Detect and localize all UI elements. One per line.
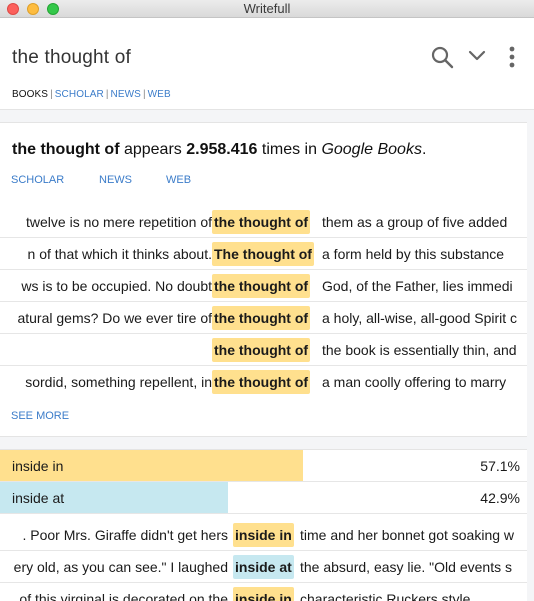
tab-web[interactable]: WEB bbox=[148, 89, 171, 100]
variant-row[interactable]: inside in 57.1% bbox=[0, 450, 527, 482]
frequency-card: the thought of appears 2.958.416 times i… bbox=[0, 122, 534, 437]
tab-books[interactable]: BOOKS bbox=[12, 89, 48, 100]
example-left-context: . Poor Mrs. Giraffe didn't get hers bbox=[22, 527, 228, 543]
news-link[interactable]: NEWS bbox=[99, 174, 132, 186]
example-right-context: God, of the Father, lies immedi bbox=[322, 278, 513, 294]
search-icon[interactable] bbox=[430, 45, 454, 69]
example-match: the thought of bbox=[212, 274, 311, 298]
example-right-context: the book is essentially thin, and bbox=[322, 342, 517, 358]
example-match: the thought of bbox=[212, 210, 311, 234]
example-left-context: twelve is no mere repetition of bbox=[26, 214, 212, 230]
section-gap bbox=[0, 110, 534, 122]
variant-example-row: ery old, as you can see." I laughed insi… bbox=[0, 551, 527, 583]
more-options-icon[interactable] bbox=[507, 45, 517, 69]
web-link[interactable]: WEB bbox=[166, 174, 191, 186]
example-row: atural gems? Do we ever tire of the thou… bbox=[0, 302, 527, 334]
section-gap bbox=[0, 437, 534, 449]
tab-news[interactable]: NEWS bbox=[111, 89, 141, 100]
example-row: sordid, something repellent, in the thou… bbox=[0, 366, 527, 398]
variants-card: inside in 57.1% inside at 42.9% . Poor M… bbox=[0, 449, 534, 601]
variant-example-row: . Poor Mrs. Giraffe didn't get hers insi… bbox=[0, 519, 527, 551]
example-match: the thought of bbox=[212, 370, 311, 394]
example-left-context: ery old, as you can see." I laughed bbox=[13, 559, 228, 575]
window-title: Writefull bbox=[243, 1, 291, 16]
example-match: The thought of bbox=[212, 242, 314, 266]
scrollbar-track[interactable] bbox=[527, 122, 534, 601]
example-left-context: atural gems? Do we ever tire of bbox=[17, 310, 212, 326]
variant-label: inside in bbox=[12, 458, 64, 474]
example-row: twelve is no mere repetition of the thou… bbox=[0, 206, 527, 238]
see-more-link[interactable]: SEE MORE bbox=[11, 410, 69, 422]
example-right-context: a holy, all-wise, all-good Spirit c bbox=[322, 310, 518, 326]
title-bar: Writefull bbox=[0, 0, 534, 18]
example-match: the thought of bbox=[212, 338, 311, 362]
tab-scholar[interactable]: SCHOLAR bbox=[55, 89, 104, 100]
example-match: the thought of bbox=[212, 306, 311, 330]
summary-count: 2.958.416 bbox=[186, 141, 258, 158]
variant-percent: 57.1% bbox=[480, 458, 520, 474]
summary-phrase: the thought of bbox=[12, 141, 120, 158]
example-row: n of that which it thinks about. The tho… bbox=[0, 238, 527, 270]
example-match: inside in bbox=[233, 523, 294, 547]
search-input[interactable]: the thought of bbox=[12, 47, 131, 69]
frequency-summary: the thought of appears 2.958.416 times i… bbox=[12, 141, 427, 158]
example-row: the thought of the book is essentially t… bbox=[0, 334, 527, 366]
example-right-context: characteristic Ruckers style bbox=[300, 591, 471, 601]
example-left-context: of this virginal is decorated on the bbox=[19, 591, 228, 601]
example-left-context: ws is to be occupied. No doubt bbox=[21, 278, 212, 294]
variant-percent: 42.9% bbox=[480, 490, 520, 506]
example-right-context: the absurd, easy lie. "Old events s bbox=[300, 559, 512, 575]
example-left-context: sordid, something repellent, in bbox=[25, 374, 212, 390]
variant-example-row: of this virginal is decorated on the ins… bbox=[0, 583, 527, 601]
example-row: ws is to be occupied. No doubt the thoug… bbox=[0, 270, 527, 302]
example-right-context: a man coolly offering to marry bbox=[322, 374, 507, 390]
summary-source: Google Books bbox=[321, 141, 422, 158]
search-header: the thought of BOOKS | SCHOLAR | NEWS | WEB bbox=[0, 19, 534, 110]
example-right-context: time and her bonnet got soaking w bbox=[300, 527, 515, 543]
variant-label: inside at bbox=[12, 490, 65, 506]
source-tabs: BOOKS | SCHOLAR | NEWS | WEB bbox=[12, 89, 171, 100]
example-right-context: a form held by this substance bbox=[322, 246, 505, 262]
scholar-link[interactable]: SCHOLAR bbox=[11, 174, 64, 186]
chevron-down-icon[interactable] bbox=[468, 49, 486, 63]
variant-row[interactable]: inside at 42.9% bbox=[0, 482, 527, 514]
example-left-context: n of that which it thinks about. bbox=[27, 246, 212, 262]
example-right-context: them as a group of five added bbox=[322, 214, 508, 230]
example-match: inside in bbox=[233, 587, 294, 601]
example-match: inside at bbox=[233, 555, 294, 579]
